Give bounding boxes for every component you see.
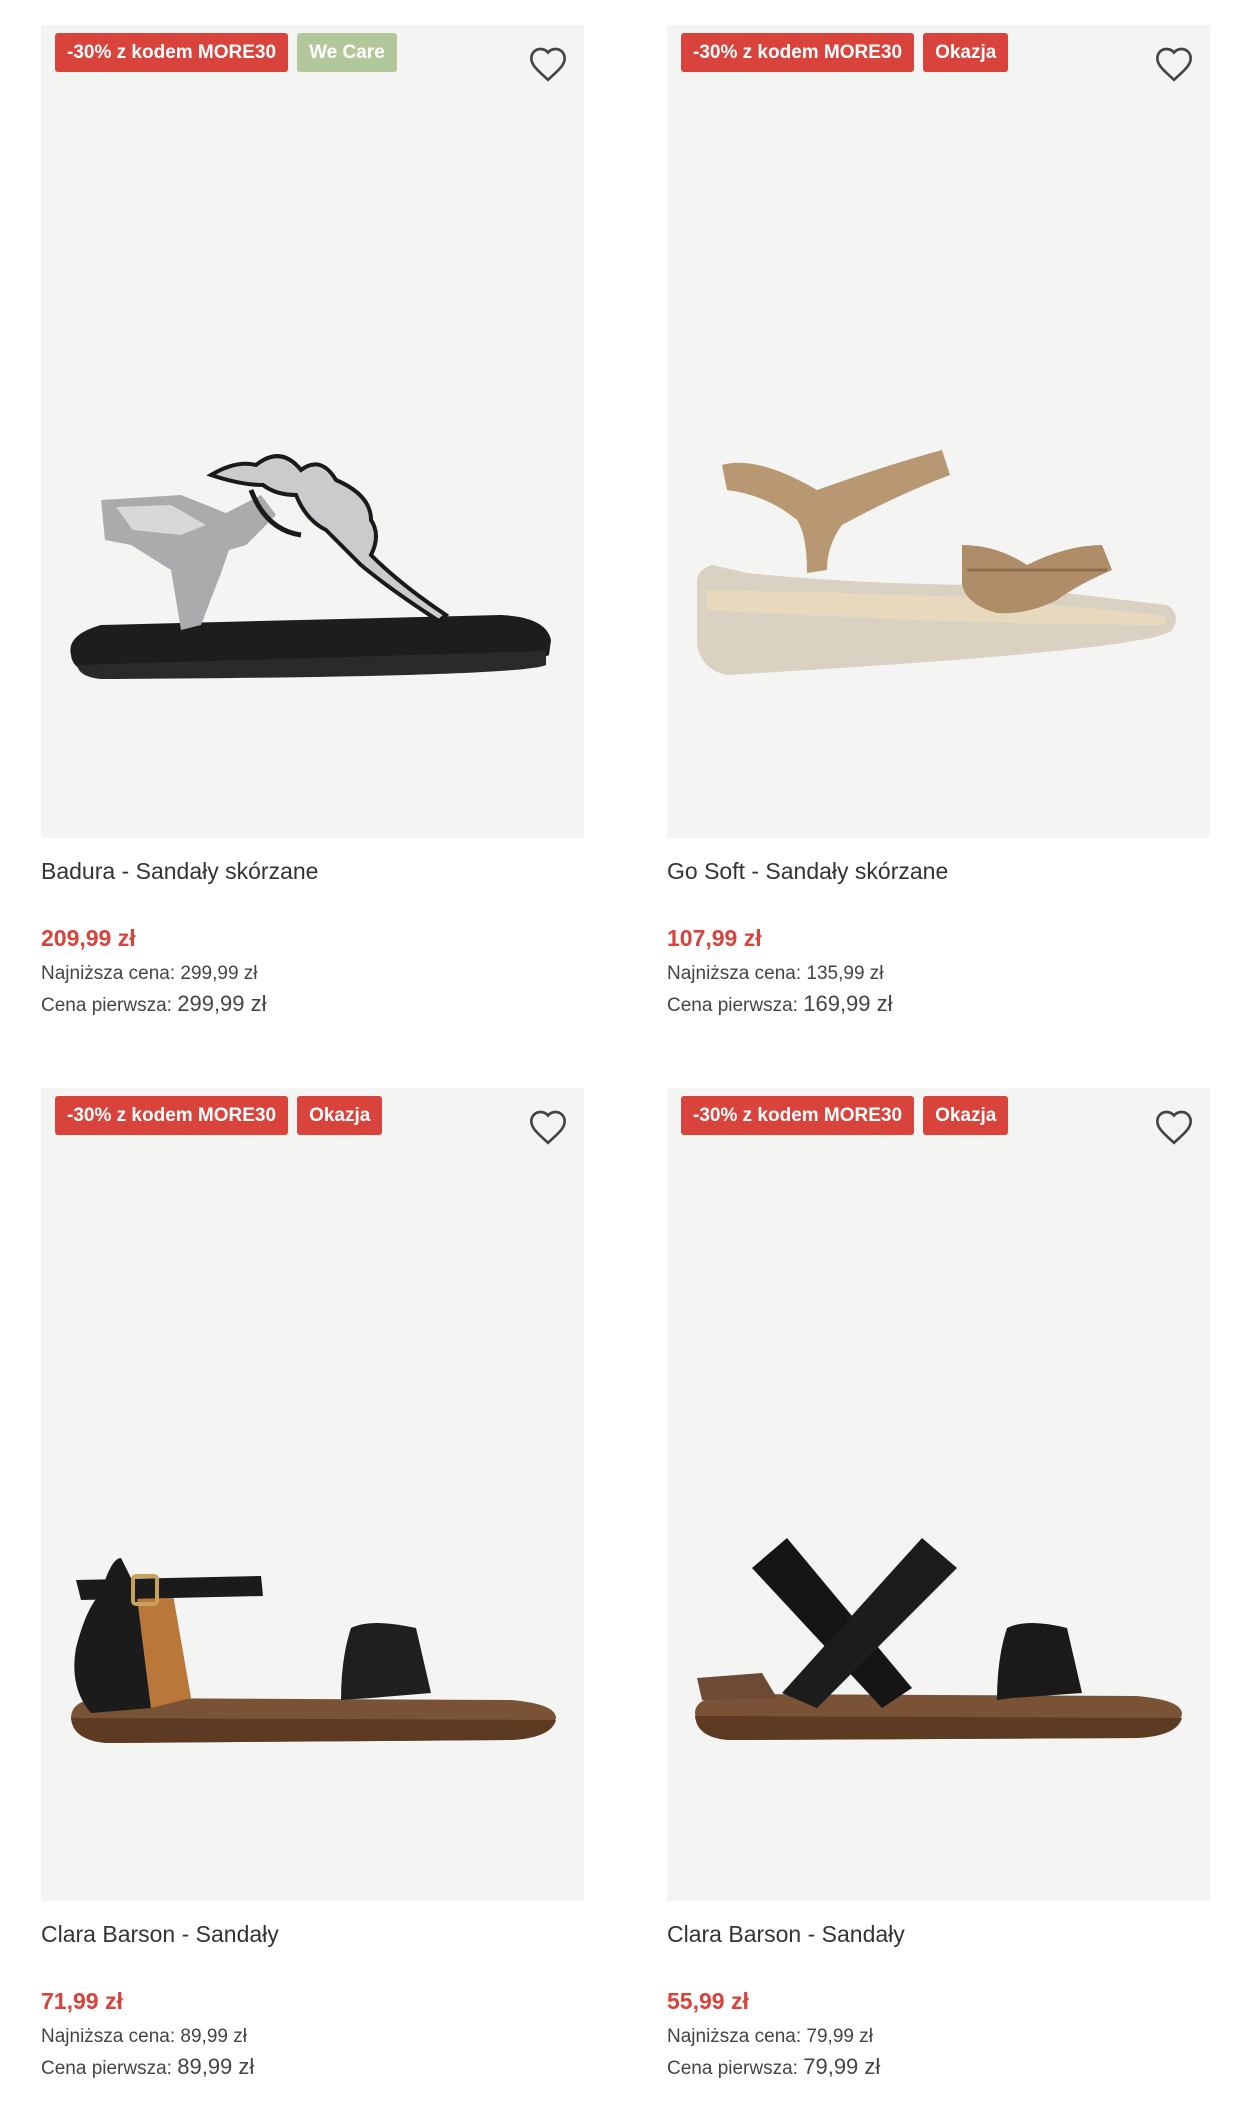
product-card[interactable]: -30% z kodem MORE30 Okazja Go Soft - San… [667,25,1210,1018]
lowest-price-label: Najniższa cena: [667,963,802,984]
product-image[interactable]: -30% z kodem MORE30 Okazja [667,1088,1210,1901]
product-price: 209,99 zł [41,925,136,951]
badge-group: -30% z kodem MORE30 Okazja [681,1096,1009,1135]
badge-group: -30% z kodem MORE30 Okazja [55,1096,383,1135]
product-photo-wedge-sandal [696,450,1176,675]
lowest-price-value: 89,99 zł [180,2026,247,2047]
lowest-price-value: 299,99 zł [180,963,258,984]
product-price: 107,99 zł [667,925,762,951]
promo-badge: -30% z kodem MORE30 [681,1096,915,1135]
deal-badge: Okazja [923,33,1009,72]
lowest-price-row: Najniższa cena: 299,99 zł [41,960,584,988]
product-price: 71,99 zł [41,1988,123,2014]
first-price-row: Cena pierwsza: 89,99 zł [41,2053,584,2081]
product-price: 55,99 zł [667,1988,749,2014]
lowest-price-label: Najniższa cena: [41,2026,176,2047]
lowest-price-label: Najniższa cena: [667,2026,802,2047]
lowest-price-value: 79,99 zł [806,2026,873,2047]
promo-badge: -30% z kodem MORE30 [55,1096,289,1135]
product-name[interactable]: Badura - Sandały skórzane [41,856,584,886]
product-image[interactable]: -30% z kodem MORE30 Okazja [667,25,1210,838]
product-grid: -30% z kodem MORE30 We Care Badura - San… [0,0,1250,2123]
first-price-value: 169,99 zł [803,991,893,1016]
product-image[interactable]: -30% z kodem MORE30 Okazja [41,1088,584,1901]
product-name[interactable]: Clara Barson - Sandały [667,1919,1210,1949]
deal-badge: Okazja [923,1096,1009,1135]
badge-group: -30% z kodem MORE30 Okazja [681,33,1009,72]
wishlist-heart-icon[interactable] [1154,45,1194,83]
promo-badge: -30% z kodem MORE30 [55,33,289,72]
lowest-price-label: Najniższa cena: [41,963,176,984]
product-photo-silver-sandal [70,454,551,679]
first-price-value: 299,99 zł [177,991,267,1016]
first-price-label: Cena pierwsza: [41,995,172,1016]
product-photo-black-strap-sandal [71,1558,556,1743]
lowest-price-row: Najniższa cena: 79,99 zł [667,2023,1210,2051]
wishlist-heart-icon[interactable] [1154,1108,1194,1146]
first-price-label: Cena pierwsza: [41,2058,172,2079]
first-price-value: 89,99 zł [177,2054,255,2079]
lowest-price-value: 135,99 zł [806,963,884,984]
first-price-label: Cena pierwsza: [667,995,798,1016]
deal-badge: Okazja [297,1096,383,1135]
first-price-row: Cena pierwsza: 299,99 zł [41,990,584,1018]
badge-group: -30% z kodem MORE30 We Care [55,33,397,72]
first-price-value: 79,99 zł [803,2054,881,2079]
wishlist-heart-icon[interactable] [528,45,568,83]
product-name[interactable]: Go Soft - Sandały skórzane [667,856,1210,886]
product-card[interactable]: -30% z kodem MORE30 Okazja Clara Barson … [41,1088,584,2081]
first-price-row: Cena pierwsza: 79,99 zł [667,2053,1210,2081]
first-price-label: Cena pierwsza: [667,2058,798,2079]
product-name[interactable]: Clara Barson - Sandały [41,1919,584,1949]
first-price-row: Cena pierwsza: 169,99 zł [667,990,1210,1018]
lowest-price-row: Najniższa cena: 135,99 zł [667,960,1210,988]
promo-badge: -30% z kodem MORE30 [681,33,915,72]
product-card[interactable]: -30% z kodem MORE30 Okazja Clara Barson … [667,1088,1210,2081]
product-photo-elastic-sandal [695,1538,1182,1740]
product-card[interactable]: -30% z kodem MORE30 We Care Badura - San… [41,25,584,1018]
wishlist-heart-icon[interactable] [528,1108,568,1146]
lowest-price-row: Najniższa cena: 89,99 zł [41,2023,584,2051]
product-image[interactable]: -30% z kodem MORE30 We Care [41,25,584,838]
we-care-badge: We Care [297,33,397,72]
